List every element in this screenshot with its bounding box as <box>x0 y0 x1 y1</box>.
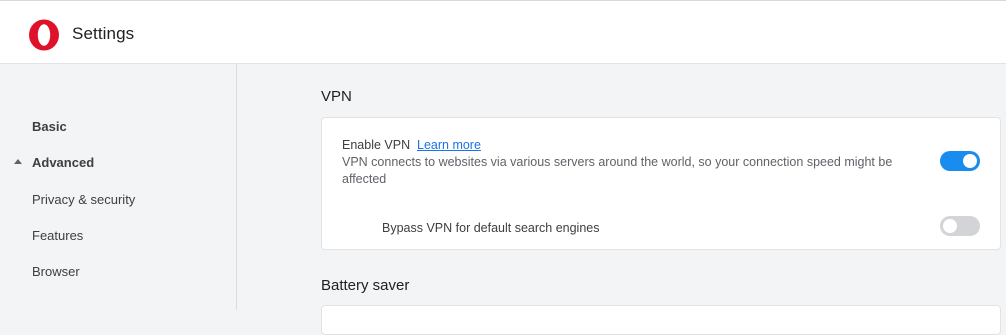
bypass-vpn-toggle[interactable] <box>940 216 980 236</box>
enable-vpn-toggle[interactable] <box>940 151 980 171</box>
settings-sidebar: Basic Advanced Privacy & security Featur… <box>0 64 237 310</box>
vpn-section-title: VPN <box>321 88 352 105</box>
battery-saver-section-title: Battery saver <box>321 277 410 294</box>
toggle-knob <box>963 154 977 168</box>
toggle-knob <box>943 219 957 233</box>
sidebar-item-basic[interactable]: Basic <box>32 119 67 134</box>
sidebar-item-advanced[interactable]: Advanced <box>32 155 94 170</box>
bypass-vpn-label: Bypass VPN for default search engines <box>382 221 600 235</box>
sidebar-item-browser[interactable]: Browser <box>32 264 80 279</box>
sidebar-item-privacy-security[interactable]: Privacy & security <box>32 192 135 207</box>
vpn-description: VPN connects to websites via various ser… <box>342 155 893 186</box>
page-title: Settings <box>72 24 135 43</box>
enable-vpn-label: Enable VPN <box>342 138 411 152</box>
vpn-settings-card: Enable VPN Learn more VPN connects to we… <box>321 117 1001 250</box>
sidebar-item-features[interactable]: Features <box>32 228 83 243</box>
caret-up-icon[interactable] <box>14 159 22 164</box>
settings-header: Settings <box>0 0 1006 64</box>
opera-logo-icon[interactable] <box>28 19 60 51</box>
learn-more-link[interactable]: Learn more <box>417 138 481 152</box>
